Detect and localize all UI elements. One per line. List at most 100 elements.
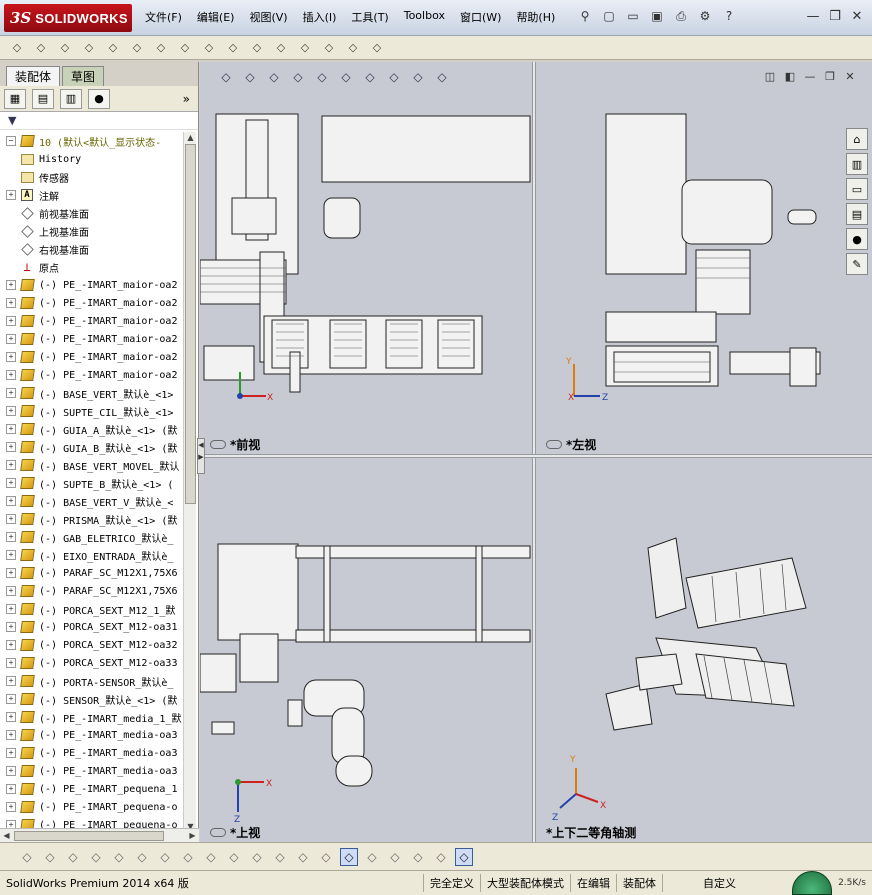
expand-toggle-icon[interactable]: + — [6, 802, 16, 812]
tree-node[interactable]: + (-) PORCA_SEXT_M12-oa31 — [0, 618, 184, 636]
tree-horizontal-scrollbar[interactable]: ◀ ▶ — [0, 828, 199, 842]
view-palette-icon[interactable]: ▤ — [846, 203, 868, 225]
filter-icon[interactable]: ▼ — [8, 114, 16, 127]
split-horizontal-icon[interactable]: ◫ — [760, 70, 780, 86]
tree-node[interactable]: + (-) PE_-IMART_maior-oa2 — [0, 330, 184, 348]
viewport-splitter-vertical[interactable] — [532, 62, 536, 842]
zoom-to-area-icon[interactable]: ◇ — [240, 68, 260, 86]
insert-component-icon[interactable]: ◇ — [8, 39, 26, 57]
expand-toggle-icon[interactable]: + — [6, 622, 16, 632]
restore-icon[interactable]: ❐ — [824, 6, 846, 26]
menu-item-7[interactable]: 帮助(H) — [516, 9, 555, 25]
scroll-thumb[interactable] — [185, 144, 196, 504]
menu-item-5[interactable]: Toolbox — [404, 9, 445, 25]
mirror-icon[interactable]: ◇ — [179, 848, 197, 866]
configurationmanager-icon[interactable]: ▥ — [60, 88, 82, 109]
tree-node[interactable]: History — [0, 150, 184, 168]
explode-line-sketch-icon[interactable]: ◇ — [272, 39, 290, 57]
relation-icon[interactable]: ◇ — [294, 848, 312, 866]
line-icon[interactable]: ◇ — [64, 848, 82, 866]
print-icon[interactable]: ⎙ — [672, 7, 690, 25]
tree-node[interactable]: 传感器 — [0, 168, 184, 186]
tree-node[interactable]: + (-) EIXO_ENTRADA_默认è_ — [0, 546, 184, 564]
tree-node[interactable]: + (-) SUPTE_CIL_默认è_<1> — [0, 402, 184, 420]
appearances-icon[interactable]: ● — [846, 228, 868, 250]
smart-fasteners-icon[interactable]: ◇ — [80, 39, 98, 57]
more-tabs-button[interactable]: » — [183, 92, 190, 106]
grid-icon[interactable]: ◇ — [271, 848, 289, 866]
tree-node[interactable]: + (-) PE_-IMART_media_1_默 — [0, 708, 184, 726]
clearance-verification-icon[interactable]: ◇ — [320, 39, 338, 57]
point-icon[interactable]: ◇ — [18, 848, 36, 866]
menu-item-0[interactable]: 文件(F) — [145, 9, 182, 25]
tree-node[interactable]: + (-) GUIA_A_默认è_<1> (默 — [0, 420, 184, 438]
expand-toggle-icon[interactable]: + — [6, 514, 16, 524]
expand-toggle-icon[interactable]: + — [6, 568, 16, 578]
tree-node[interactable]: + (-) GAB_ELETRICO_默认è_ — [0, 528, 184, 546]
expand-toggle-icon[interactable]: − — [6, 136, 16, 146]
expand-toggle-icon[interactable]: + — [6, 496, 16, 506]
apply-scene-icon[interactable]: ◇ — [408, 68, 428, 86]
custom-properties-icon[interactable]: ✎ — [846, 253, 868, 275]
tree-node[interactable]: + (-) BASE_VERT_MOVEL_默认 — [0, 456, 184, 474]
trim-icon[interactable]: ◇ — [110, 848, 128, 866]
assembly-features-icon[interactable]: ◇ — [152, 39, 170, 57]
tree-node[interactable]: + (-) PARAF_SC_M12X1,75X6 — [0, 564, 184, 582]
graphics-area[interactable]: ◇ ◇ ◇ ◇ ◇ ◇ ◇ ◇ ◇ ◇ ◫ ◧ — ❐ ✕ ⌂ ▥ ▭ ▤ ● ✎ ◀ ▶ — [197, 62, 872, 842]
propertymanager-icon[interactable]: ▤ — [32, 88, 54, 109]
displaymanager-icon[interactable]: ● — [88, 88, 110, 109]
expand-toggle-icon[interactable]: + — [6, 658, 16, 668]
expand-toggle-icon[interactable]: + — [6, 784, 16, 794]
save-icon[interactable]: ▣ — [648, 7, 666, 25]
close-icon[interactable]: ✕ — [840, 70, 860, 86]
viewport-splitter-horizontal[interactable] — [200, 454, 872, 458]
tree-node[interactable]: + (-) SUPTE_B_默认è_<1> ( — [0, 474, 184, 492]
menu-item-3[interactable]: 插入(I) — [303, 9, 337, 25]
center-point-icon[interactable]: ◇ — [41, 848, 59, 866]
mate-icon[interactable]: ◇ — [32, 39, 50, 57]
reference-geometry-icon[interactable]: ◇ — [176, 39, 194, 57]
expand-toggle-icon[interactable]: + — [6, 550, 16, 560]
expand-toggle-icon[interactable]: + — [6, 766, 16, 776]
scroll-up-arrow-icon[interactable]: ▲ — [185, 132, 196, 143]
tree-node[interactable]: + (-) PE_-IMART_media-oa3 — [0, 726, 184, 744]
view-settings-icon[interactable]: ◇ — [432, 68, 452, 86]
offset-icon[interactable]: ◇ — [156, 848, 174, 866]
tree-node[interactable]: + (-) PE_-IMART_maior-oa2 — [0, 348, 184, 366]
expand-toggle-icon[interactable]: + — [6, 424, 16, 434]
new-document-icon[interactable]: ▢ — [600, 7, 618, 25]
tree-node[interactable]: + (-) PORCA_SEXT_M12_1_默 — [0, 600, 184, 618]
view-orientation-icon[interactable]: ◇ — [312, 68, 332, 86]
exploded-view-icon[interactable]: ◇ — [248, 39, 266, 57]
expand-toggle-icon[interactable]: + — [6, 190, 16, 200]
open-icon[interactable]: ▭ — [624, 7, 642, 25]
expand-toggle-icon[interactable]: + — [6, 406, 16, 416]
tree-node[interactable]: + (-) PE_-IMART_maior-oa2 — [0, 312, 184, 330]
tree-vertical-scrollbar[interactable]: ▲ ▼ — [183, 132, 196, 832]
hole-alignment-icon[interactable]: ◇ — [344, 39, 362, 57]
menu-item-1[interactable]: 编辑(E) — [197, 9, 235, 25]
home-icon[interactable]: ⌂ — [846, 128, 868, 150]
section-view-icon[interactable]: ◇ — [288, 68, 308, 86]
tree-node[interactable]: + A 注解 — [0, 186, 184, 204]
options-icon[interactable]: ⚙ — [696, 7, 714, 25]
help-icon[interactable]: ? — [720, 7, 738, 25]
expand-toggle-icon[interactable]: + — [6, 532, 16, 542]
convert-icon[interactable]: ◇ — [133, 848, 151, 866]
tree-node[interactable]: + (-) PE_-IMART_maior-oa2 — [0, 294, 184, 312]
file-explorer-icon[interactable]: ▭ — [846, 178, 868, 200]
edit-appearance-icon[interactable]: ◇ — [384, 68, 404, 86]
restore-icon[interactable]: ❐ — [820, 70, 840, 86]
split-vertical-icon[interactable]: ◧ — [780, 70, 800, 86]
expand-toggle-icon[interactable]: + — [6, 694, 16, 704]
display-style-icon[interactable]: ◇ — [336, 68, 356, 86]
circle-icon[interactable]: ◇ — [87, 848, 105, 866]
zoom-to-fit-icon[interactable]: ◇ — [216, 68, 236, 86]
3d-sketch-icon[interactable]: ◇ — [317, 848, 335, 866]
tab-assembly[interactable]: 装配体 — [6, 66, 61, 86]
show-hidden-icon[interactable]: ◇ — [128, 39, 146, 57]
bill-of-materials-icon[interactable]: ◇ — [224, 39, 242, 57]
menu-item-4[interactable]: 工具(T) — [351, 9, 388, 25]
expand-toggle-icon[interactable]: + — [6, 478, 16, 488]
tree-node[interactable]: + (-) PE_-IMART_media-oa3 — [0, 744, 184, 762]
